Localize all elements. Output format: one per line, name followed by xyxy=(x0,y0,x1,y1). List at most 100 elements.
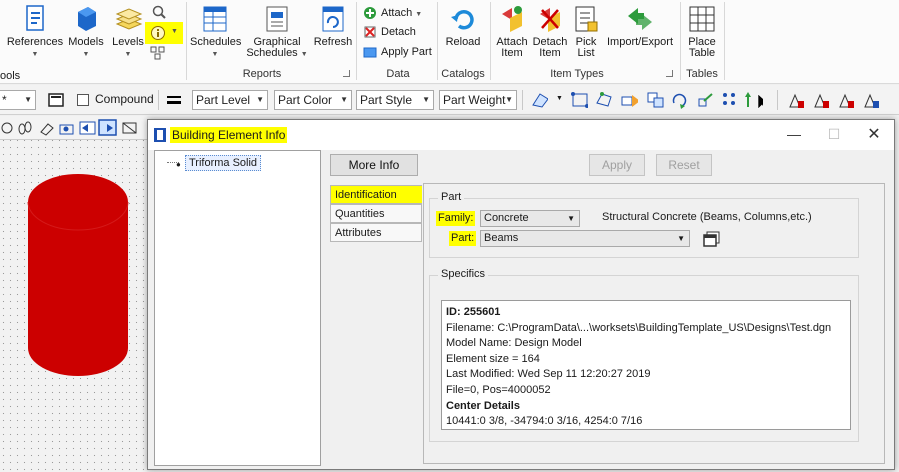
find-icon[interactable] xyxy=(150,4,170,20)
ribbon-separator xyxy=(490,2,491,80)
tab-quantities[interactable]: Quantities xyxy=(330,204,422,223)
tab-attributes[interactable]: Attributes xyxy=(330,223,422,242)
maximize-icon[interactable]: ☐ xyxy=(824,126,844,143)
app-icon xyxy=(154,128,166,142)
part-weight-value: Part Weight xyxy=(443,93,506,107)
ribbon-separator xyxy=(186,2,187,80)
tools-group-label: ools xyxy=(0,70,21,82)
previous-view-icon[interactable] xyxy=(79,120,97,136)
tab-identification[interactable]: Identification xyxy=(330,185,422,204)
reports-launcher-icon[interactable] xyxy=(343,70,350,77)
part-color-select[interactable]: Part Color ▼ xyxy=(274,90,352,110)
ribbon-separator xyxy=(680,2,681,80)
tree-item-triforma-solid[interactable]: Triforma Solid xyxy=(185,155,262,171)
item-types-launcher-icon[interactable] xyxy=(666,70,673,77)
walk-icon[interactable] xyxy=(16,120,34,136)
import-export-icon xyxy=(628,8,652,30)
chevron-down-icon: ▼ xyxy=(211,51,219,58)
element-template-icon[interactable] xyxy=(47,91,65,109)
compound-checkbox[interactable] xyxy=(77,94,89,106)
toolbar-separator xyxy=(158,90,159,110)
rotate-icon[interactable] xyxy=(670,91,688,109)
view-window[interactable] xyxy=(0,116,147,472)
view-tool-icon[interactable] xyxy=(0,120,14,136)
apply-part-label: Apply Part xyxy=(381,46,432,58)
left-combo-value: * xyxy=(2,93,7,107)
level-freeze-icon[interactable] xyxy=(811,91,829,109)
tables-group-label: Tables xyxy=(686,68,718,80)
references-label: References xyxy=(6,36,64,48)
level-lock-icon[interactable] xyxy=(786,91,804,109)
copy-icon[interactable] xyxy=(646,91,664,109)
chevron-down-icon: ▼ xyxy=(124,51,132,58)
dialog-titlebar[interactable]: Building Element Info — ☐ ✕ xyxy=(148,120,894,150)
part-color-value: Part Color xyxy=(278,93,333,107)
scale-icon[interactable] xyxy=(696,91,714,109)
graphical-schedules-label-2: Schedules xyxy=(246,47,298,59)
line-weight-icon[interactable] xyxy=(165,91,183,109)
place-table-button[interactable]: Place Table xyxy=(682,4,722,59)
level-off-icon[interactable] xyxy=(836,91,854,109)
attach-button[interactable]: Attach ▼ xyxy=(362,4,422,22)
red-cylinder-solid[interactable] xyxy=(26,172,130,376)
array-icon[interactable] xyxy=(721,91,739,109)
family-select[interactable]: Concrete ▼ xyxy=(480,210,580,227)
apply-button[interactable]: Apply xyxy=(589,154,645,176)
ribbon-separator xyxy=(356,2,357,80)
chevron-down-icon: ▼ xyxy=(422,95,430,104)
level-isolate-icon[interactable] xyxy=(861,91,879,109)
part-style-select[interactable]: Part Style ▼ xyxy=(356,90,434,110)
window-area-icon[interactable] xyxy=(121,120,139,136)
minimize-icon[interactable]: — xyxy=(784,126,804,142)
part-level-select[interactable]: Part Level ▼ xyxy=(192,90,268,110)
part-level-value: Part Level xyxy=(196,93,251,107)
chevron-down-icon: ▼ xyxy=(256,95,264,104)
pick-list-button[interactable]: Pick List xyxy=(570,4,602,59)
building-element-info-dialog: Building Element Info — ☐ ✕ ● Triforma S… xyxy=(147,119,895,470)
import-export-button[interactable]: Import/Export xyxy=(604,4,676,48)
chevron-down-icon: ▼ xyxy=(82,51,90,58)
next-view-icon[interactable] xyxy=(98,119,118,137)
graphical-schedules-button[interactable]: Graphical Schedules ▼ xyxy=(244,4,310,60)
import-export-label: Import/Export xyxy=(606,36,674,48)
attributes-toolbar: * ▼ Compound Part Level ▼ Part Color ▼ Part… xyxy=(0,85,899,115)
refresh-button[interactable]: Refresh xyxy=(312,4,354,48)
view-toolbar xyxy=(0,116,147,140)
models-button[interactable]: Models ▼ xyxy=(66,4,106,60)
grid-small-icon[interactable] xyxy=(150,46,166,60)
element-selection-icon[interactable] xyxy=(530,91,548,109)
detach-item-button[interactable]: Detach Item xyxy=(531,4,569,59)
references-button[interactable]: References ▼ xyxy=(6,4,64,60)
attach-item-button[interactable]: Attach Item xyxy=(493,4,531,59)
attach-item-label-2: Item xyxy=(501,47,523,59)
apply-part-button[interactable]: Apply Part xyxy=(362,43,432,61)
place-fence-icon[interactable] xyxy=(570,91,588,109)
place-table-label-2: Table xyxy=(688,47,716,59)
close-icon[interactable]: ✕ xyxy=(864,124,884,144)
levels-button[interactable]: Levels ▼ xyxy=(108,4,148,60)
detach-label: Detach xyxy=(381,26,416,38)
modify-fence-icon[interactable] xyxy=(594,91,612,109)
schedules-icon xyxy=(203,6,227,32)
part-browse-icon[interactable] xyxy=(703,231,721,247)
detach-button[interactable]: Detach xyxy=(362,23,416,41)
levels-icon xyxy=(115,8,143,30)
chevron-down-icon: ▼ xyxy=(24,95,32,104)
part-select[interactable]: Beams ▼ xyxy=(480,230,690,247)
info-pane: More Info Apply Reset Identification Qua… xyxy=(324,150,892,468)
eraser-icon[interactable] xyxy=(38,120,56,136)
schedules-button[interactable]: Schedules ▼ xyxy=(190,4,241,60)
chevron-down-icon[interactable]: ▼ xyxy=(556,95,563,102)
ribbon-separator xyxy=(724,2,725,80)
reset-button[interactable]: Reset xyxy=(656,154,712,176)
left-combo[interactable]: * ▼ xyxy=(0,90,36,110)
camera-icon[interactable] xyxy=(58,120,76,136)
more-info-button[interactable]: More Info xyxy=(330,154,418,176)
element-info-button[interactable]: ▼ xyxy=(145,22,183,44)
move-icon[interactable] xyxy=(620,91,638,109)
identification-panel: Part Family: Concrete ▼ Structural Concre… xyxy=(423,183,885,464)
part-weight-select[interactable]: Part Weight ▼ xyxy=(439,90,517,110)
reload-button[interactable]: Reload xyxy=(440,4,486,48)
item-types-group-label: Item Types xyxy=(550,68,604,80)
tree-node-bullet-icon: ● xyxy=(176,160,181,169)
